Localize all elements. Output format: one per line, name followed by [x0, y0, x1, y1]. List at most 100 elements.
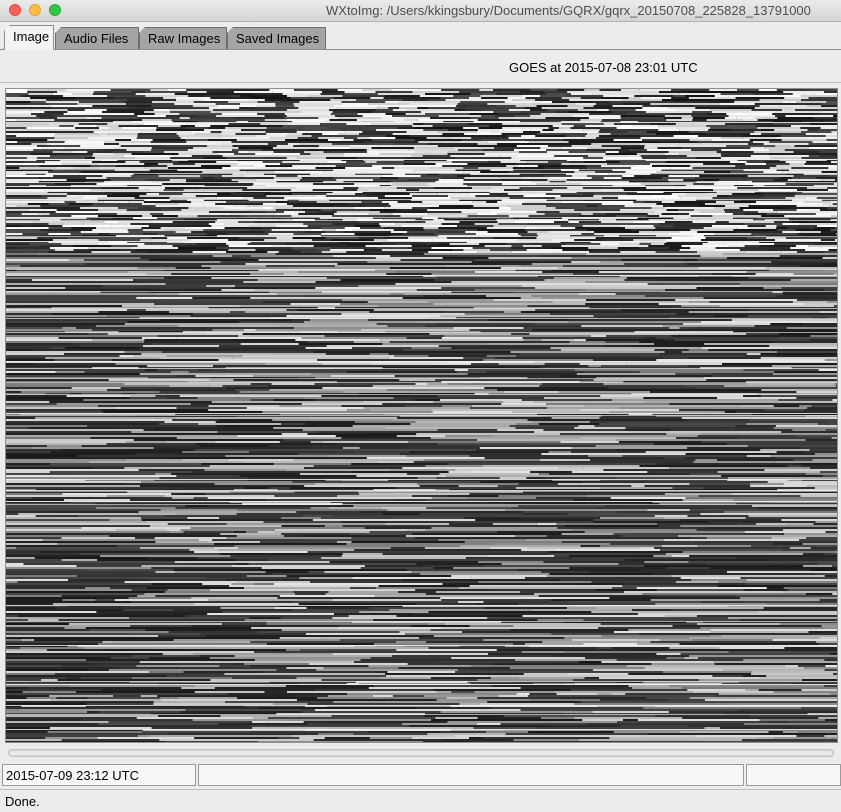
noise-streak [516, 355, 642, 357]
noise-streak [622, 445, 748, 447]
noise-streak [478, 125, 490, 127]
noise-streak [642, 355, 745, 357]
noise-streak [252, 93, 283, 95]
noise-streak [617, 195, 651, 197]
noise-streak [6, 639, 22, 641]
noise-streak [82, 647, 155, 649]
noise-streak [239, 475, 357, 477]
noise-streak [673, 225, 712, 227]
noise-streak [684, 657, 699, 659]
decoded-image[interactable] [5, 88, 838, 743]
noise-streak [6, 379, 109, 381]
noise-streak [735, 411, 758, 413]
noise-streak [486, 731, 529, 733]
tab-raw-images[interactable]: Raw Images [139, 27, 227, 49]
noise-streak [95, 325, 179, 327]
horizontal-scrollbar[interactable] [8, 749, 834, 757]
noise-streak [530, 243, 566, 245]
noise-streak [525, 225, 561, 227]
noise-streak [438, 115, 482, 117]
noise-streak [301, 177, 334, 179]
noise-streak [664, 117, 682, 119]
noise-streak [489, 151, 519, 153]
noise-streak [708, 521, 743, 523]
noise-streak [57, 117, 86, 119]
noise-streak [542, 197, 556, 199]
noise-streak [387, 389, 498, 391]
noise-streak [89, 245, 112, 247]
noise-streak [218, 153, 235, 155]
noise-streak [589, 113, 626, 115]
noise-streak [543, 561, 645, 563]
noise-streak [53, 131, 94, 133]
noise-streak [654, 515, 688, 517]
noise-streak [728, 245, 745, 247]
noise-streak [706, 379, 837, 381]
noise-streak [6, 643, 99, 645]
noise-streak [165, 211, 210, 213]
noise-streak [6, 145, 37, 147]
scan-line [6, 199, 837, 200]
noise-streak [235, 389, 270, 391]
noise-streak [726, 443, 837, 445]
noise-streak [343, 391, 504, 393]
noise-streak [667, 233, 715, 235]
noise-streak [737, 523, 757, 525]
scrollbar-thumb[interactable] [10, 751, 832, 755]
noise-streak [658, 303, 805, 305]
noise-streak [715, 421, 827, 423]
noise-streak [300, 153, 311, 155]
noise-streak [333, 701, 488, 703]
noise-streak [173, 249, 213, 251]
tab-audio-files[interactable]: Audio Files [55, 27, 139, 49]
noise-streak [792, 93, 815, 95]
noise-streak [142, 731, 167, 733]
noise-streak [610, 133, 657, 135]
noise-streak [266, 133, 290, 135]
noise-streak [814, 93, 837, 95]
noise-streak [721, 137, 744, 139]
noise-streak [458, 149, 483, 151]
noise-streak [653, 225, 674, 227]
tab-image[interactable]: Image [4, 25, 54, 50]
noise-streak [657, 463, 798, 465]
divider [0, 789, 841, 790]
noise-streak [431, 677, 491, 679]
noise-streak [341, 103, 369, 105]
noise-streak [376, 109, 393, 111]
noise-streak [815, 521, 837, 523]
noise-streak [216, 115, 265, 117]
scan-line [6, 415, 837, 416]
noise-streak [148, 225, 180, 227]
noise-streak [439, 399, 522, 401]
noise-streak [793, 151, 819, 153]
noise-streak [679, 153, 721, 155]
noise-streak [232, 255, 251, 257]
noise-streak [179, 225, 212, 227]
noise-streak [524, 139, 564, 141]
noise-streak [615, 293, 784, 295]
noise-streak [226, 537, 352, 539]
noise-streak [690, 537, 707, 539]
noise-streak [451, 281, 586, 283]
noise-streak [6, 719, 82, 721]
noise-streak [477, 723, 501, 725]
noise-streak [273, 399, 315, 401]
tab-saved-images[interactable]: Saved Images [227, 27, 326, 49]
noise-streak [79, 553, 220, 555]
noise-streak [583, 371, 640, 373]
noise-streak [750, 203, 782, 205]
noise-streak [637, 211, 654, 213]
noise-streak [204, 333, 243, 335]
noise-streak [264, 99, 287, 101]
noise-streak [6, 615, 18, 617]
noise-streak [644, 565, 771, 567]
noise-streak [673, 101, 708, 103]
noise-streak [321, 517, 395, 519]
noise-streak [573, 223, 617, 225]
noise-streak [178, 161, 217, 163]
noise-streak [89, 629, 146, 631]
noise-streak [763, 171, 783, 173]
noise-streak [235, 117, 284, 119]
noise-streak [553, 157, 584, 159]
